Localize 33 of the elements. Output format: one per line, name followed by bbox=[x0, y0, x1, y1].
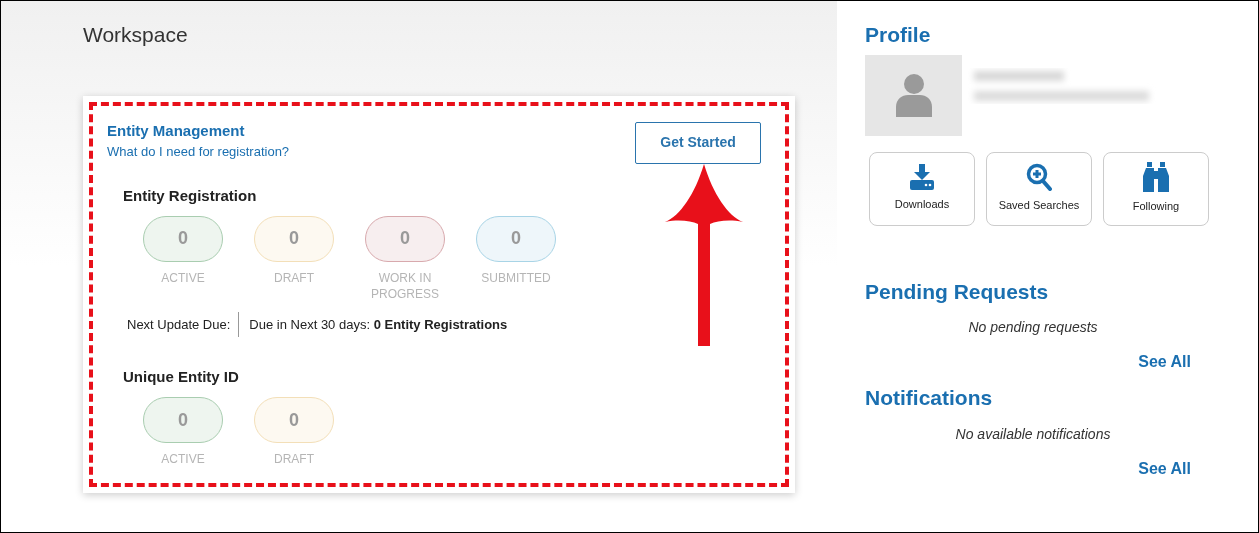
see-all-link[interactable]: See All bbox=[1138, 350, 1191, 374]
section-title: Entity Registration bbox=[123, 186, 257, 204]
status-label: SUBMITTED bbox=[481, 269, 551, 286]
workspace-title: Workspace bbox=[83, 22, 189, 48]
status-label: DRAFT bbox=[274, 269, 314, 286]
count-pill[interactable]: 0 bbox=[476, 215, 556, 262]
profile-title: Profile bbox=[865, 22, 932, 48]
download-icon bbox=[910, 164, 934, 191]
count-pill[interactable]: 0 bbox=[143, 397, 223, 443]
see-all-link[interactable]: See All bbox=[1138, 456, 1191, 481]
section-title: Unique Entity ID bbox=[123, 368, 239, 385]
card-title: Entity Management bbox=[107, 120, 246, 141]
empty-message: No pending requests bbox=[967, 318, 1099, 337]
section-heading: Pending Requests bbox=[865, 278, 1050, 305]
get-started-button[interactable]: Get Started bbox=[635, 121, 761, 164]
count-pill[interactable]: 0 bbox=[254, 397, 334, 443]
status-label: WORK IN PROGRESS bbox=[370, 269, 440, 302]
count-pill[interactable]: 0 bbox=[254, 215, 334, 262]
binoculars-icon bbox=[1143, 162, 1169, 193]
empty-message: No available notifications bbox=[954, 424, 1112, 444]
status-label: DRAFT bbox=[274, 451, 314, 467]
registration-link[interactable]: What do I need for registration? bbox=[107, 142, 290, 162]
zoom-in-icon bbox=[1026, 163, 1052, 192]
count-pill[interactable]: 0 bbox=[143, 215, 223, 262]
due-text: Due in Next 30 days: 0 Entity Registrations bbox=[238, 311, 508, 337]
shortcut-button[interactable]: Following bbox=[1103, 151, 1209, 226]
shortcut-button[interactable]: Downloads bbox=[869, 151, 975, 226]
status-label: ACTIVE bbox=[161, 451, 205, 467]
status-label: ACTIVE bbox=[161, 269, 205, 286]
person-icon bbox=[895, 73, 932, 117]
shortcut-button[interactable]: Saved Searches bbox=[986, 151, 1092, 226]
update-label: Next Update Due: bbox=[127, 315, 232, 334]
section-heading: Notifications bbox=[865, 385, 994, 411]
